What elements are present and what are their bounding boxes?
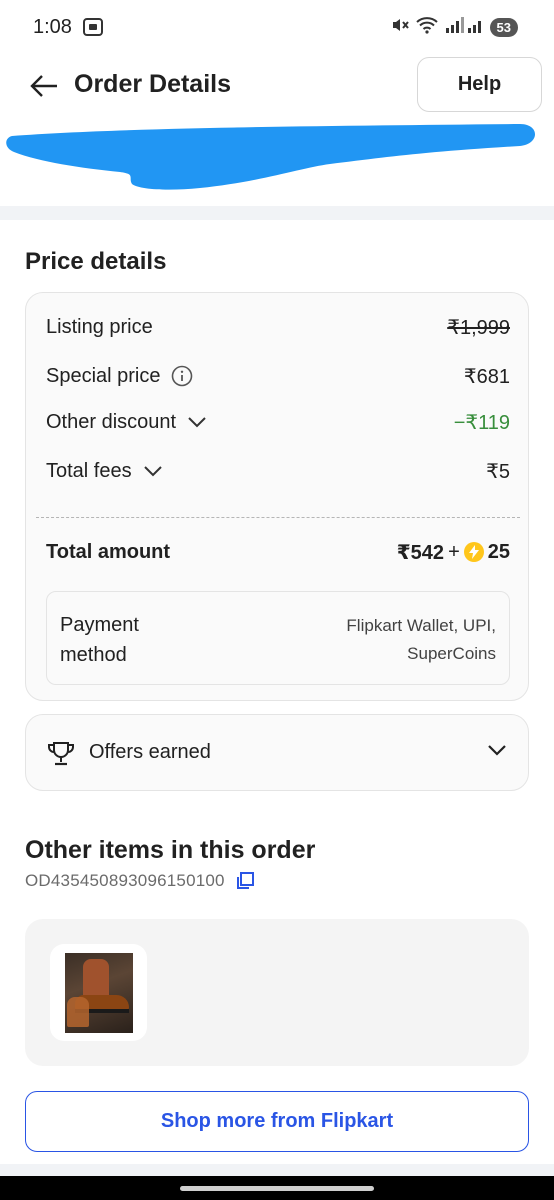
battery-badge: 53 <box>489 18 518 37</box>
redacted-address <box>0 118 554 206</box>
wifi-icon <box>415 16 438 39</box>
payment-label-line2: method <box>60 644 127 666</box>
payment-method-label: Payment method <box>60 610 180 670</box>
signal-icon <box>444 16 484 39</box>
total-amount-label: Total amount <box>46 540 171 563</box>
order-id: OD435450893096150100 <box>25 871 225 890</box>
shoe-image <box>64 952 133 1033</box>
home-handle[interactable] <box>180 1186 374 1191</box>
other-discount-value: −₹119 <box>453 411 510 434</box>
payment-value-line1: Flipkart Wallet, UPI, <box>346 616 496 635</box>
arrow-left-icon <box>30 75 57 97</box>
gesture-nav-bar <box>0 1176 554 1200</box>
header: Order Details Help <box>0 56 554 116</box>
status-time: 1:08 <box>33 16 72 38</box>
special-price-value: ₹681 <box>463 365 510 388</box>
offers-earned-label: Offers earned <box>89 741 211 763</box>
order-item-card[interactable] <box>25 919 529 1066</box>
product-thumbnail[interactable] <box>50 944 147 1041</box>
other-discount-label: Other discount <box>46 410 177 433</box>
mute-icon <box>390 15 410 40</box>
payment-label-line1: Payment <box>60 614 139 636</box>
total-amount-value: ₹542 <box>396 541 445 564</box>
info-icon[interactable] <box>171 365 193 387</box>
listing-price-row: Listing price ₹1,999 <box>46 312 510 342</box>
payment-method-value: Flipkart Wallet, UPI, SuperCoins <box>276 612 496 668</box>
plus-sign: + <box>448 540 460 563</box>
page-title: Order Details <box>74 70 232 98</box>
payment-method-box: Payment method Flipkart Wallet, UPI, Sup… <box>46 591 510 685</box>
help-button[interactable]: Help <box>417 57 542 112</box>
copy-icon[interactable] <box>235 871 255 891</box>
total-amount-row: Total amount ₹542 + 25 <box>46 537 510 567</box>
special-price-label: Special price <box>46 364 161 387</box>
screenshot-icon <box>82 16 104 43</box>
listing-price-value: ₹1,999 <box>447 316 510 339</box>
shop-more-button[interactable]: Shop more from Flipkart <box>25 1091 529 1152</box>
section-divider <box>0 206 554 220</box>
status-icons: 53 <box>390 15 518 40</box>
chevron-down-icon <box>488 745 506 756</box>
trophy-icon <box>48 742 74 766</box>
listing-price-label: Listing price <box>46 315 153 338</box>
other-items-heading: Other items in this order <box>25 836 316 864</box>
other-discount-row[interactable]: Other discount −₹119 <box>46 407 510 437</box>
total-fees-row[interactable]: Total fees ₹5 <box>46 456 510 486</box>
special-price-row: Special price ₹681 <box>46 361 510 391</box>
dashed-divider <box>36 517 520 518</box>
supercoins-value: 25 <box>487 540 510 563</box>
back-button[interactable] <box>24 68 64 104</box>
chevron-down-icon <box>188 417 206 428</box>
price-details-heading: Price details <box>25 248 167 275</box>
chevron-down-icon <box>143 466 162 477</box>
total-fees-value: ₹5 <box>486 460 510 483</box>
supercoin-icon <box>463 542 484 562</box>
payment-value-line2: SuperCoins <box>407 644 496 663</box>
total-fees-label: Total fees <box>46 459 132 482</box>
status-bar: 1:08 53 <box>0 0 554 56</box>
offers-earned-card[interactable]: Offers earned <box>25 714 529 791</box>
price-details-card: Listing price ₹1,999 Special price ₹681 … <box>25 292 529 701</box>
order-id-row: OD435450893096150100 <box>25 871 255 891</box>
